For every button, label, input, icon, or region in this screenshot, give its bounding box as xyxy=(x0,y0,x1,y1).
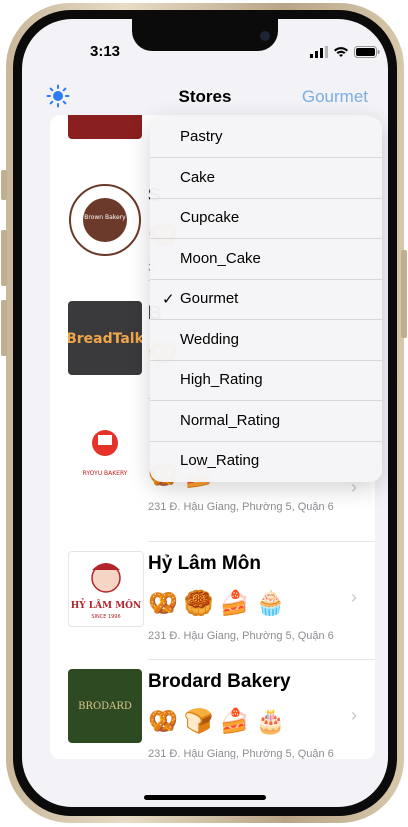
logo-text: Brown Bakery xyxy=(84,214,126,221)
category-icons: 🥨 🍞 🍰 🎂 xyxy=(148,707,286,736)
menu-item-low-rating[interactable]: Low_Rating xyxy=(150,441,382,481)
store-name: Brodard Bakery xyxy=(148,671,291,692)
status-time: 3:13 xyxy=(89,43,121,60)
store-logo: BRODARD xyxy=(68,669,142,743)
store-address: 231 Đ. Hậu Giang, Phường 5, Quận 6 xyxy=(148,501,334,513)
home-indicator[interactable] xyxy=(144,795,266,800)
logo-text: BreadTalk xyxy=(68,331,142,347)
cake-icon: 🍰 xyxy=(219,590,250,617)
wifi-icon xyxy=(333,45,349,63)
menu-item-high-rating[interactable]: High_Rating xyxy=(150,360,382,400)
pretzel-icon: 🥨 xyxy=(148,590,178,617)
store-name: Hỷ Lâm Môn xyxy=(148,553,261,574)
menu-item-moon-cake[interactable]: Moon_Cake xyxy=(150,239,382,279)
signal-icon xyxy=(310,45,328,63)
screen: 3:13 Stores Gourmet Brown Bakery 1996 Br… xyxy=(22,19,388,807)
logo-text: HỶ LÂM MÔN xyxy=(71,598,142,611)
phone-device: 3:13 Stores Gourmet Brown Bakery 1996 Br… xyxy=(0,0,408,827)
menu-item-normal-rating[interactable]: Normal_Rating xyxy=(150,401,382,441)
cupcake-icon: 🧁 xyxy=(255,590,286,617)
logo-subtext: SINCE 1996 xyxy=(91,614,120,620)
mute-switch xyxy=(1,170,7,200)
list-item[interactable]: HỶ LÂM MÔN SINCE 1996 Hỷ Lâm Môn 🥨 🥮 🍰 🧁 231… xyxy=(50,531,375,649)
menu-item-gourmet[interactable]: ✓ Gourmet xyxy=(150,279,382,319)
moon-cake-icon: 🥮 xyxy=(183,590,214,617)
pretzel-icon: 🥨 xyxy=(148,708,178,735)
checkmark-icon: ✓ xyxy=(162,291,175,308)
store-address: 231 Đ. Hậu Giang, Phường 5, Quận 6 xyxy=(148,748,334,759)
store-logo: BreadTalk xyxy=(68,301,142,375)
cake-icon: 🍰 xyxy=(219,708,250,735)
store-logo xyxy=(68,115,142,139)
menu-item-pastry[interactable]: Pastry xyxy=(150,117,382,157)
category-icons: 🥨 🥮 🍰 🧁 xyxy=(148,589,286,618)
menu-item-cake[interactable]: Cake xyxy=(150,158,382,198)
volume-down-button xyxy=(1,300,7,356)
camera-icon xyxy=(260,31,270,41)
store-logo: HỶ LÂM MÔN SINCE 1996 xyxy=(68,551,144,627)
wedding-cake-icon: 🎂 xyxy=(255,708,286,735)
logo-text: BRODARD xyxy=(78,701,132,712)
logo-text: RYOYU BAKERY xyxy=(83,470,128,477)
volume-up-button xyxy=(1,230,7,286)
chevron-right-icon: › xyxy=(351,587,357,607)
logo-subtext: 1996 xyxy=(96,225,114,233)
menu-item-cupcake[interactable]: Cupcake xyxy=(150,198,382,238)
status-icons xyxy=(310,45,380,63)
store-logo: Brown Bakery 1996 xyxy=(68,183,142,257)
list-item[interactable]: BRODARD Brodard Bakery 🥨 🍞 🍰 🎂 231 Đ. Hậu G… xyxy=(50,649,375,759)
filter-button[interactable]: Gourmet xyxy=(302,87,368,107)
chevron-right-icon: › xyxy=(351,705,357,725)
filter-menu: Pastry Cake Cupcake Moon_Cake ✓ Gourmet W… xyxy=(150,117,382,482)
store-address: 231 Đ. Hậu Giang, Phường 5, Quận 6 xyxy=(148,630,334,642)
power-button xyxy=(401,250,407,338)
notch xyxy=(132,19,278,51)
store-logo: RYOYU BAKERY xyxy=(68,421,142,495)
menu-item-wedding[interactable]: Wedding xyxy=(150,320,382,360)
battery-icon xyxy=(354,45,380,63)
bread-icon: 🍞 xyxy=(183,708,214,735)
